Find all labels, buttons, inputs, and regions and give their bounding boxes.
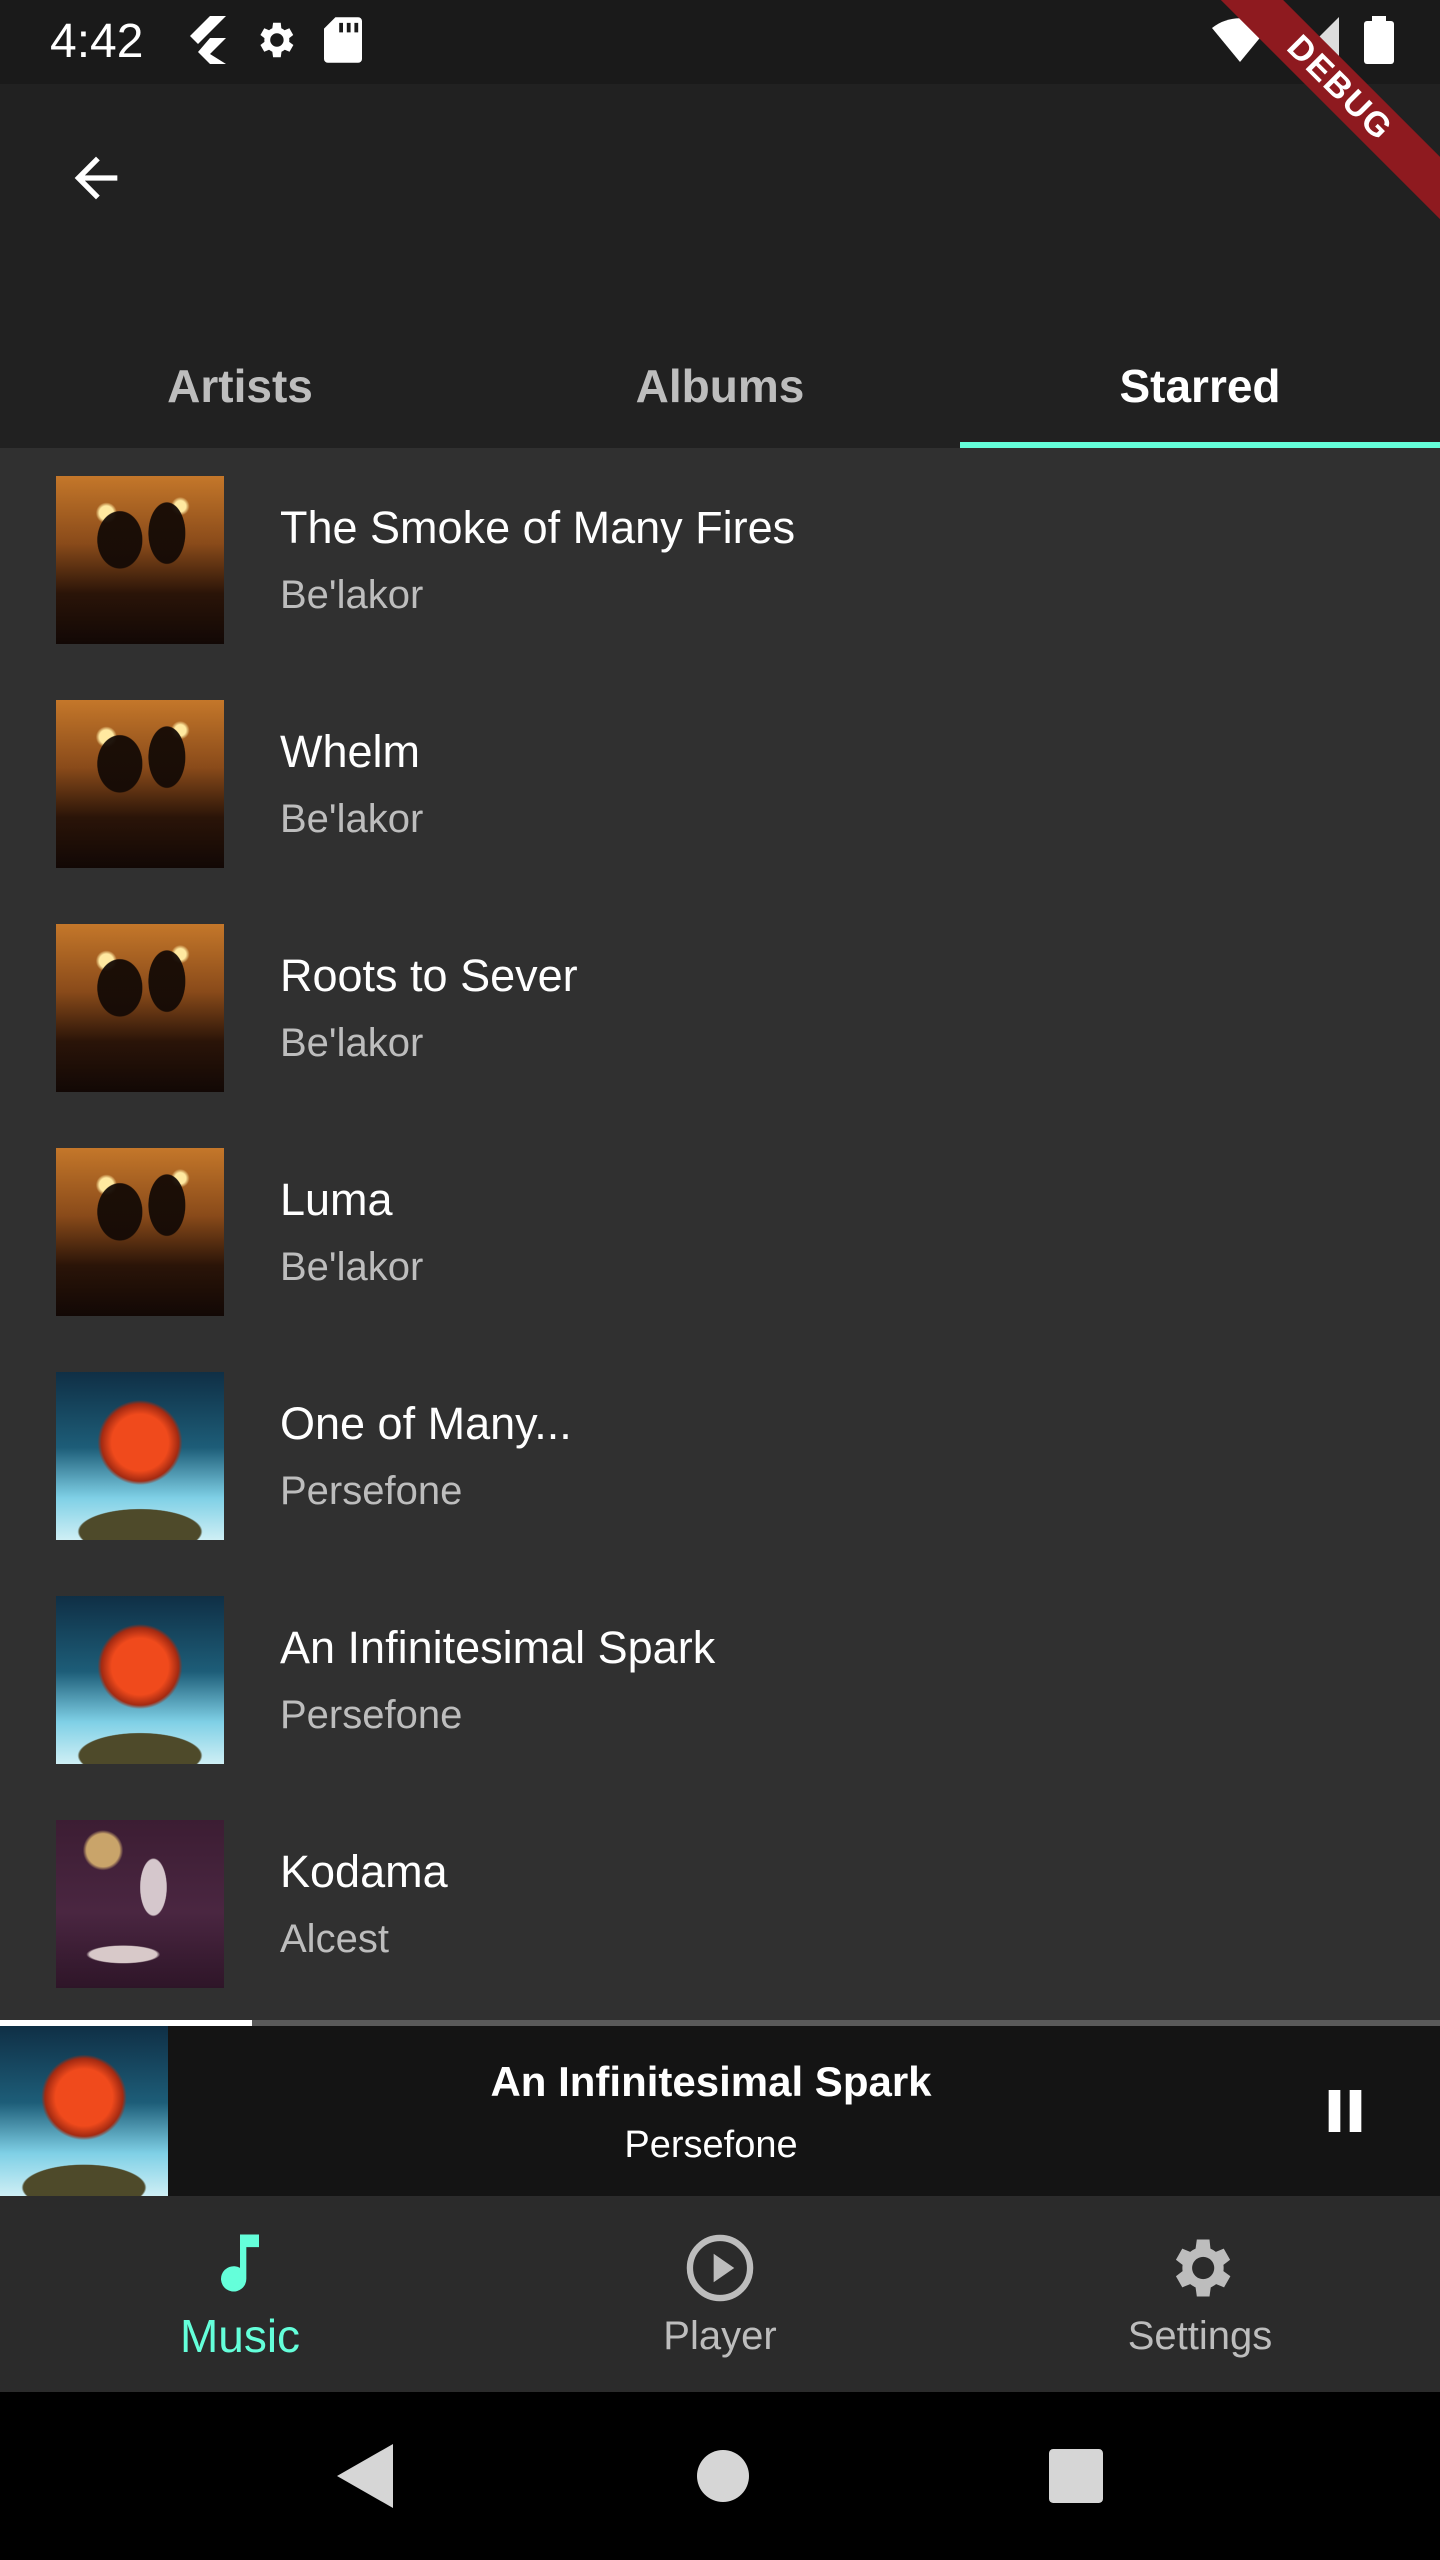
bottom-nav: Music Player Settings [0, 2196, 1440, 2392]
starred-list: The Smoke of Many Fires Be'lakor Whelm B… [0, 448, 1440, 2020]
home-circle-icon[interactable] [697, 2450, 749, 2502]
list-item[interactable]: The Smoke of Many Fires Be'lakor [0, 448, 1440, 672]
back-triangle-icon[interactable] [337, 2444, 397, 2508]
app-bar: Artists Albums Starred [0, 84, 1440, 448]
album-art [56, 700, 224, 868]
signal-icon [1292, 16, 1340, 68]
tab-albums[interactable]: Albums [480, 324, 960, 448]
list-item[interactable]: Luma Be'lakor [0, 1120, 1440, 1344]
song-title: Roots to Sever [280, 950, 578, 1001]
song-artist: Persefone [280, 1693, 463, 1737]
song-title: An Infinitesimal Spark [280, 1622, 716, 1673]
nav-player[interactable]: Player [480, 2196, 960, 2392]
tab-bar: Artists Albums Starred [0, 324, 1440, 448]
now-playing-title: An Infinitesimal Spark [490, 2058, 932, 2105]
song-title: Luma [280, 1174, 393, 1225]
song-artist: Be'lakor [280, 797, 424, 841]
pause-icon [1328, 2090, 1362, 2132]
song-artist: Persefone [280, 1469, 463, 1513]
album-art [56, 924, 224, 1092]
status-time: 4:42 [50, 15, 144, 68]
battery-icon [1364, 15, 1394, 69]
sd-card-icon [324, 16, 362, 68]
flutter-icon [186, 15, 226, 69]
album-art [56, 1596, 224, 1764]
song-artist: Alcest [280, 1917, 389, 1961]
gear-icon [1175, 2239, 1231, 2296]
now-playing-artist: Persefone [624, 2124, 798, 2166]
status-icons-right [1212, 14, 1394, 70]
now-playing-album-art [0, 2026, 168, 2196]
song-artist: Be'lakor [280, 1021, 424, 1065]
nav-music[interactable]: Music [0, 2196, 480, 2392]
song-title: Whelm [280, 726, 421, 777]
tab-artists[interactable]: Artists [0, 324, 480, 448]
list-item[interactable]: Kodama Alcest [0, 1792, 1440, 2016]
nav-player-label: Player [663, 2313, 777, 2358]
list-item[interactable]: Whelm Be'lakor [0, 672, 1440, 896]
status-icons-left [186, 14, 362, 70]
music-note-icon [221, 2234, 259, 2292]
pause-button[interactable] [1290, 2056, 1400, 2166]
now-playing-bar[interactable]: An Infinitesimal Spark Persefone [0, 2026, 1440, 2196]
song-artist: Be'lakor [280, 573, 424, 617]
play-circle-icon [686, 2234, 754, 2301]
tab-starred[interactable]: Starred [960, 324, 1440, 448]
song-title: The Smoke of Many Fires [280, 502, 796, 553]
system-nav-bar [0, 2392, 1440, 2560]
album-art [56, 1372, 224, 1540]
gear-icon [252, 17, 298, 68]
song-title: Kodama [280, 1846, 448, 1897]
wifi-icon [1212, 17, 1268, 67]
status-bar: 4:42 [0, 0, 1440, 84]
back-button[interactable] [46, 128, 146, 228]
song-artist: Be'lakor [280, 1245, 424, 1289]
list-item[interactable]: An Infinitesimal Spark Persefone [0, 1568, 1440, 1792]
arrow-back-icon [74, 156, 118, 200]
album-art [56, 1148, 224, 1316]
nav-music-label: Music [179, 2310, 301, 2362]
nav-settings[interactable]: Settings [960, 2196, 1440, 2392]
song-title: One of Many... [280, 1398, 572, 1449]
album-art [56, 476, 224, 644]
list-item[interactable]: Roots to Sever Be'lakor [0, 896, 1440, 1120]
nav-settings-label: Settings [1127, 2313, 1273, 2358]
recents-square-icon[interactable] [1049, 2449, 1103, 2503]
list-item[interactable]: One of Many... Persefone [0, 1344, 1440, 1568]
album-art [56, 1820, 224, 1988]
